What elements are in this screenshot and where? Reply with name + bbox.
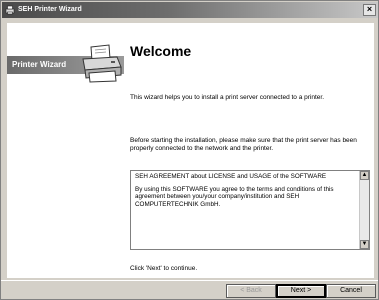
footer-divider bbox=[1, 280, 378, 281]
close-button[interactable]: × bbox=[363, 4, 376, 16]
printer-app-icon bbox=[5, 5, 15, 15]
sidebar-banner-label: Printer Wizard bbox=[12, 60, 67, 69]
title-bar[interactable]: SEH Printer Wizard × bbox=[2, 2, 378, 18]
scroll-up-arrow-icon[interactable]: ▲ bbox=[360, 171, 369, 180]
back-button[interactable]: < Back bbox=[226, 284, 276, 298]
next-button[interactable]: Next > bbox=[276, 284, 326, 298]
continue-hint: Click 'Next' to continue. bbox=[130, 265, 198, 272]
license-scrollbar[interactable]: ▲ ▼ bbox=[359, 171, 369, 249]
printer-icon bbox=[82, 44, 122, 83]
intro-text: This wizard helps you to install a print… bbox=[130, 94, 325, 101]
wizard-content: Welcome This wizard helps you to install… bbox=[124, 23, 374, 278]
cancel-button[interactable]: Cancel bbox=[326, 284, 376, 298]
license-text: SEH AGREEMENT about LICENSE and USAGE of… bbox=[135, 173, 357, 213]
before-install-text: Before starting the installation, please… bbox=[130, 137, 357, 152]
license-heading: SEH AGREEMENT about LICENSE and USAGE of… bbox=[135, 173, 327, 180]
license-textbox[interactable]: SEH AGREEMENT about LICENSE and USAGE of… bbox=[130, 170, 370, 250]
wizard-sidebar: Printer Wizard bbox=[7, 23, 124, 278]
scroll-down-arrow-icon[interactable]: ▼ bbox=[360, 240, 369, 249]
page-title: Welcome bbox=[130, 43, 192, 59]
wizard-window: SEH Printer Wizard × Printer Wizard Welc… bbox=[0, 0, 379, 300]
window-title: SEH Printer Wizard bbox=[18, 6, 82, 13]
license-body: By using this SOFTWARE you agree to the … bbox=[135, 185, 334, 208]
